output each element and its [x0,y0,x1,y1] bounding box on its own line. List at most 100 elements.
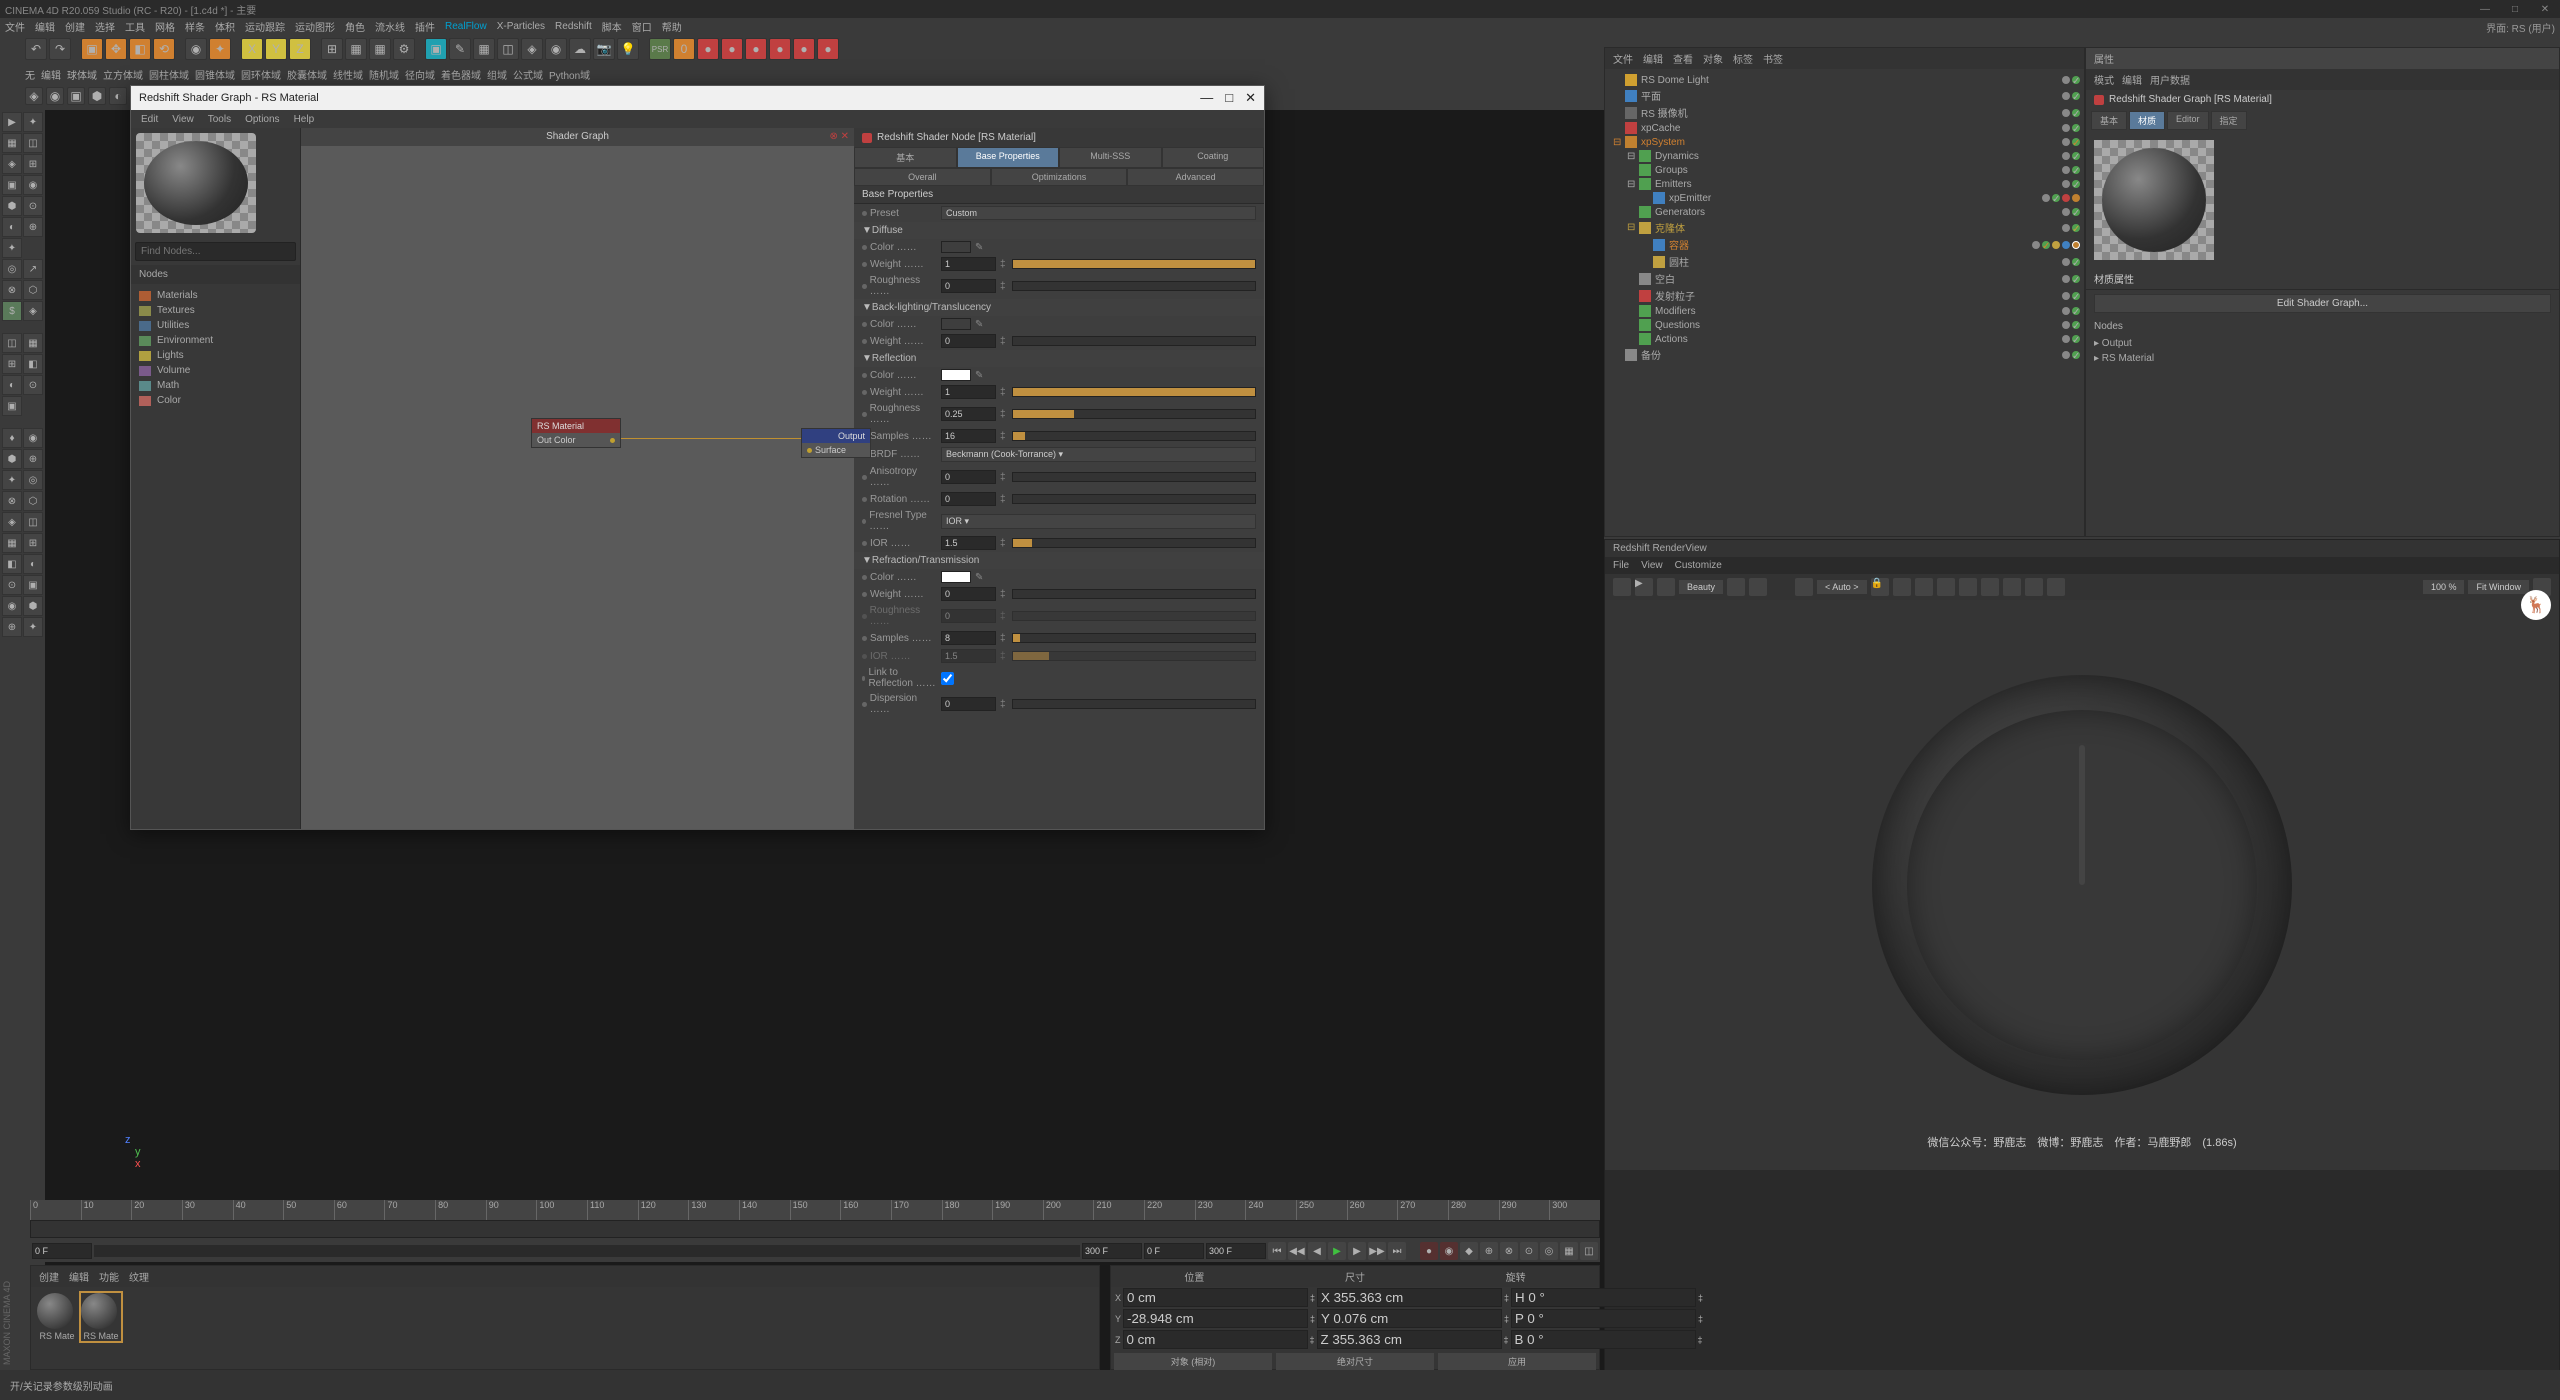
tl-opt6[interactable]: ◫ [1580,1242,1598,1260]
select-tool[interactable]: ▣ [81,38,103,60]
section-backlight[interactable]: ▼Back-lighting/Translucency [854,299,1264,316]
tab-multi-sss[interactable]: Multi-SSS [1059,147,1162,168]
rv-btn-5[interactable] [1749,578,1767,596]
cube-primitive[interactable]: ▣ [425,38,447,60]
tab-base-properties[interactable]: Base Properties [957,147,1060,168]
sw-graph-canvas[interactable]: Shader Graph ⊗ ✕ RS Material Out Color O… [301,128,854,829]
rv-btn-11[interactable] [1959,578,1977,596]
rv-auto-dropdown[interactable]: < Auto > [1817,580,1867,594]
attr-subtab-editor[interactable]: Editor [2167,111,2209,130]
menu-create[interactable]: 创建 [65,19,85,34]
lp-21[interactable]: ▦ [23,333,43,353]
menu-edit[interactable]: 编辑 [35,19,55,34]
om-tab-edit[interactable]: 编辑 [1643,51,1663,66]
tl-opt3[interactable]: ⊙ [1520,1242,1538,1260]
rv-lock-icon[interactable]: 🔒 [1871,578,1889,596]
lp-43[interactable]: ◉ [2,596,22,616]
obj-克隆体[interactable]: ⊟克隆体✓ [1609,219,2080,236]
lp-13[interactable]: ✦ [2,238,22,258]
tl-goto-end[interactable]: ⏭ [1388,1242,1406,1260]
lp-44[interactable]: ⬢ [23,596,43,616]
field-random[interactable]: 随机域 [369,67,399,82]
field-radial[interactable]: 径向域 [405,67,435,82]
lp-23[interactable]: ◧ [23,354,43,374]
obj-Emitters[interactable]: ⊟Emitters✓ [1609,177,2080,191]
tl-autokey[interactable]: ◉ [1440,1242,1458,1260]
obj-xpSystem[interactable]: ⊟xpSystem✓ [1609,135,2080,149]
tl-current-frame[interactable]: 0 F [32,1243,92,1259]
node-output[interactable]: Output Surface [801,428,871,458]
rec-4[interactable]: ● [769,38,791,60]
t3-3[interactable]: ▣ [67,87,85,105]
rv-fit-dropdown[interactable]: Fit Window [2468,580,2529,594]
om-tab-view[interactable]: 查看 [1673,51,1693,66]
timeline-ruler[interactable]: 0102030405060708090100110120130140150160… [30,1200,1600,1220]
sw-menu-edit[interactable]: Edit [141,114,158,125]
rv-btn-12[interactable] [1981,578,1999,596]
lp-28[interactable]: ◉ [23,428,43,448]
preset-dropdown[interactable]: Custom [941,206,1256,220]
node-surface-port[interactable]: Surface [815,445,846,455]
attr-node-rsmaterial[interactable]: ▸ RS Material [2086,351,2559,366]
lp-36[interactable]: ◫ [23,512,43,532]
tab-coating[interactable]: Coating [1162,147,1265,168]
lp-38[interactable]: ⊞ [23,533,43,553]
render-view[interactable]: ▦ [345,38,367,60]
mat-tab-create[interactable]: 创建 [39,1269,59,1284]
menu-volume[interactable]: 体积 [215,19,235,34]
field-cone[interactable]: 圆锥体域 [195,67,235,82]
rv-btn-15[interactable] [2047,578,2065,596]
attr-node-output[interactable]: ▸ Output [2086,336,2559,351]
sw-menu-tools[interactable]: Tools [208,114,231,125]
coord-size-dropdown[interactable]: 绝对尺寸 [1276,1353,1434,1370]
tl-prev-frame[interactable]: ◀ [1308,1242,1326,1260]
sw-minimize[interactable]: — [1200,90,1213,106]
lp-20[interactable]: ◫ [2,333,22,353]
rv-btn-1[interactable] [1613,578,1631,596]
node-category-color[interactable]: Color [135,393,296,408]
lp-2[interactable]: ✦ [23,112,43,132]
zero-button[interactable]: 0 [673,38,695,60]
section-refraction[interactable]: ▼Refraction/Transmission [854,552,1264,569]
coord-system[interactable]: ⊞ [321,38,343,60]
material-item-1[interactable]: RS Mate [37,1293,77,1341]
om-tab-tags[interactable]: 标签 [1733,51,1753,66]
section-diffuse[interactable]: ▼Diffuse [854,222,1264,239]
menu-file[interactable]: 文件 [5,19,25,34]
minimize-button[interactable]: — [2470,0,2500,18]
menu-help[interactable]: 帮助 [662,19,682,34]
om-tab-object[interactable]: 对象 [1703,51,1723,66]
deformer[interactable]: ◉ [545,38,567,60]
rv-zoom[interactable]: 100 % [2423,580,2465,594]
lp-22[interactable]: ⊞ [2,354,22,374]
maximize-button[interactable]: □ [2500,0,2530,18]
lp-33[interactable]: ⊗ [2,491,22,511]
rotate-tool[interactable]: ⟲ [153,38,175,60]
attr-subtab-material[interactable]: 材质 [2129,111,2165,130]
lp-3[interactable]: ▦ [2,133,22,153]
lp-5[interactable]: ◈ [2,154,22,174]
light[interactable]: 💡 [617,38,639,60]
menu-realflow[interactable]: RealFlow [445,21,487,32]
node-category-textures[interactable]: Textures [135,303,296,318]
tab-advanced[interactable]: Advanced [1127,168,1264,186]
node-category-materials[interactable]: Materials [135,288,296,303]
lp-31[interactable]: ✦ [2,470,22,490]
tl-scrollbar[interactable] [94,1245,1080,1257]
coord-apply-button[interactable]: 应用 [1438,1353,1596,1370]
menu-tools[interactable]: 工具 [125,19,145,34]
field-formula[interactable]: 公式域 [513,67,543,82]
field-cylinder[interactable]: 圆柱体域 [149,67,189,82]
undo-button[interactable]: ↶ [25,38,47,60]
lp-41[interactable]: ⊙ [2,575,22,595]
lp-8[interactable]: ◉ [23,175,43,195]
obj-Generators[interactable]: Generators✓ [1609,205,2080,219]
lp-42[interactable]: ▣ [23,575,43,595]
tl-start[interactable]: 0 F [1144,1243,1204,1259]
tl-end-frame[interactable]: 300 F [1082,1243,1142,1259]
sw-menu-options[interactable]: Options [245,114,279,125]
tl-goto-start[interactable]: ⏮ [1268,1242,1286,1260]
t3-4[interactable]: ⬢ [88,87,106,105]
sw-close[interactable]: ✕ [1245,90,1256,106]
lp-32[interactable]: ◎ [23,470,43,490]
